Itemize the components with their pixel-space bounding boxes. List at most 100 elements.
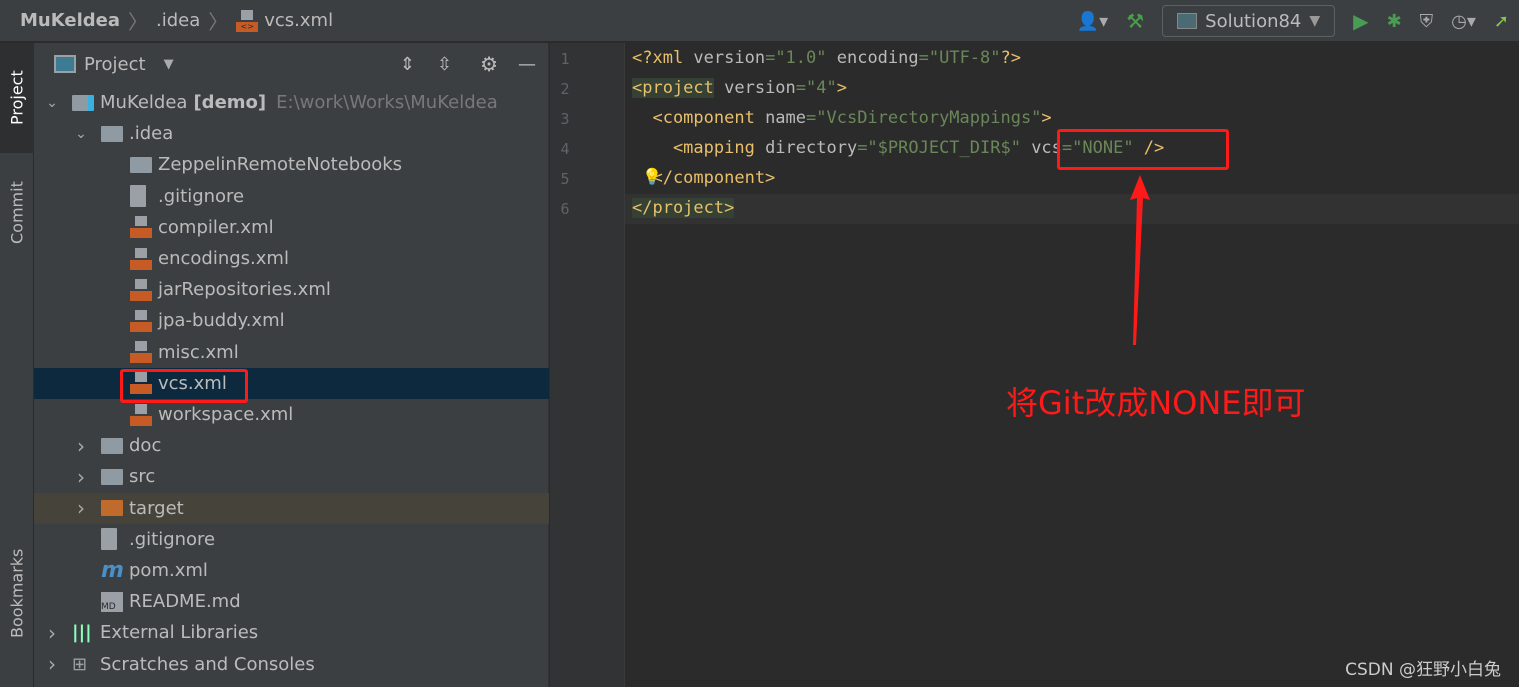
tree-item[interactable]: › target <box>34 492 549 524</box>
project-panel-header: Project ▼ ⇕ ⇳ ⚙ — <box>34 43 548 85</box>
markdown-file-icon: MD <box>101 591 123 612</box>
tree-item-label: jarRepositories.xml <box>158 279 331 301</box>
tree-item[interactable]: misc.xml <box>34 337 549 368</box>
tree-item[interactable]: m pom.xml <box>34 555 549 586</box>
tree-item[interactable]: vcs.xml <box>34 367 549 399</box>
chevron-right-icon[interactable]: › <box>71 434 91 458</box>
tree-item[interactable]: › ||| External Libraries <box>34 617 549 648</box>
folder-icon <box>101 437 123 454</box>
tree-item-label: Scratches and Consoles <box>100 653 315 675</box>
folder-icon <box>101 500 123 517</box>
code-token: > <box>1041 108 1052 128</box>
xml-file-icon <box>130 278 152 301</box>
tree-item-label: target <box>129 497 184 519</box>
gear-icon[interactable]: ⚙ <box>480 52 498 76</box>
xml-file-icon <box>130 341 152 364</box>
tab-commit[interactable]: Commit <box>0 163 34 263</box>
gitignore-file-icon <box>130 185 146 208</box>
chevron-right-icon[interactable]: › <box>42 652 62 676</box>
code-line[interactable]: <?xml version="1.0" encoding="UTF-8"?> <box>632 43 1021 73</box>
profile-icon[interactable]: ◷▾ <box>1451 11 1476 32</box>
xml-file-icon <box>130 403 152 426</box>
lightbulb-icon[interactable]: 💡 <box>642 167 662 186</box>
scratches-icon: ⊞ <box>72 653 88 675</box>
tree-item-label: README.md <box>129 591 241 613</box>
line-number: 1 <box>560 50 570 68</box>
breadcrumb-separator: 〉 <box>208 10 229 34</box>
breadcrumb-separator: 〉 <box>127 10 148 34</box>
library-icon: ||| <box>72 622 92 644</box>
code-token: <project <box>632 78 714 98</box>
code-token: ="$PROJECT_DIR$" <box>857 138 1032 158</box>
tab-bookmarks[interactable]: Bookmarks <box>0 538 34 648</box>
folder-icon <box>72 94 94 111</box>
code-token: version <box>693 48 766 68</box>
breadcrumb-project[interactable]: MuKeldea <box>20 10 120 31</box>
tree-item[interactable]: › doc <box>34 430 549 461</box>
breadcrumb-file[interactable]: vcs.xml <box>264 10 333 31</box>
line-number: 4 <box>560 140 570 158</box>
config-icon <box>1177 13 1198 29</box>
chevron-right-icon[interactable]: › <box>71 496 91 520</box>
project-panel: Project ▼ ⇕ ⇳ ⚙ — ⌄ MuKeldea [demo] E:\work… <box>34 43 549 687</box>
tree-item[interactable]: jpa-buddy.xml <box>34 305 549 336</box>
maven-icon: m <box>101 558 124 583</box>
tree-item-label: misc.xml <box>158 341 239 363</box>
code-token: > <box>836 78 847 98</box>
highlight-box-vcs-file <box>120 369 248 403</box>
breadcrumb-idea[interactable]: .idea <box>156 10 200 31</box>
tree-item[interactable]: › src <box>34 461 549 492</box>
coverage-icon[interactable]: ⛨ <box>1420 11 1434 32</box>
tree-item[interactable]: ⌄ .idea <box>34 118 549 149</box>
chevron-right-icon[interactable]: › <box>42 621 62 645</box>
chevron-down-icon[interactable]: ⌄ <box>71 126 91 142</box>
tree-item-label: External Libraries <box>100 622 259 644</box>
tree-item-label: src <box>129 466 156 488</box>
xml-file-icon <box>130 309 152 332</box>
code-token: <component <box>632 108 766 128</box>
run-icon[interactable]: ▶ <box>1353 9 1368 33</box>
chevron-down-icon[interactable]: ⌄ <box>42 95 62 111</box>
code-line[interactable]: </project> <box>632 193 735 223</box>
deploy-icon[interactable]: ➚ <box>1494 11 1509 32</box>
minimize-icon[interactable]: — <box>518 54 536 75</box>
chevron-down-icon[interactable]: ▼ <box>164 57 174 72</box>
build-hammer-icon[interactable]: ⚒ <box>1126 9 1144 33</box>
xml-file-icon <box>130 216 152 239</box>
tree-item-label: compiler.xml <box>158 216 274 238</box>
tree-item[interactable]: ZeppelinRemoteNotebooks <box>34 149 549 180</box>
code-token: ="UTF-8" <box>918 48 1001 68</box>
chevron-right-icon[interactable]: › <box>71 465 91 489</box>
tree-item[interactable]: › ⊞ Scratches and Consoles <box>34 649 549 680</box>
watermark: CSDN @狂野小白兔 <box>1345 660 1501 680</box>
code-line[interactable]: <component name="VcsDirectoryMappings"> <box>632 103 1052 133</box>
tree-item[interactable]: encodings.xml <box>34 243 549 274</box>
xml-file-icon <box>130 247 152 270</box>
code-token: ="1.0" <box>765 48 837 68</box>
code-token: ="VcsDirectoryMappings" <box>806 108 1042 128</box>
tree-item[interactable]: MD README.md <box>34 586 549 617</box>
tree-item[interactable]: .gitignore <box>34 524 549 555</box>
code-line[interactable]: <project version="4"> <box>632 73 847 103</box>
tree-item[interactable]: ⌄ MuKeldea [demo] E:\work\Works\MuKeldea <box>34 87 549 118</box>
tree-item[interactable]: jarRepositories.xml <box>34 274 549 305</box>
chevron-down-icon: ▼ <box>1309 13 1321 29</box>
expand-all-icon[interactable]: ⇕ <box>400 54 415 75</box>
project-view-select[interactable]: Project <box>84 54 146 75</box>
debug-icon[interactable]: ✱ <box>1387 11 1402 32</box>
tree-item[interactable]: .gitignore <box>34 181 549 212</box>
tree-item[interactable]: workspace.xml <box>34 399 549 430</box>
editor-gutter: 1 2 3 4 5 6 <box>550 43 625 687</box>
navigation-bar: MuKeldea 〉 .idea 〉 vcs.xml 👤▾ ⚒ Solution… <box>0 0 1519 42</box>
code-token: directory <box>765 138 858 158</box>
tree-item[interactable]: compiler.xml <box>34 212 549 243</box>
collapse-all-icon[interactable]: ⇳ <box>437 54 452 75</box>
folder-icon <box>101 125 123 142</box>
tree-item-label: MuKeldea <box>100 92 188 113</box>
gitignore-file-icon <box>101 528 117 551</box>
tree-item-label: .gitignore <box>158 185 245 207</box>
user-icon[interactable]: 👤▾ <box>1077 11 1108 32</box>
run-configuration-select[interactable]: Solution84 ▼ <box>1162 5 1336 37</box>
code-token: version <box>713 78 796 98</box>
tab-project[interactable]: Project <box>0 43 34 153</box>
